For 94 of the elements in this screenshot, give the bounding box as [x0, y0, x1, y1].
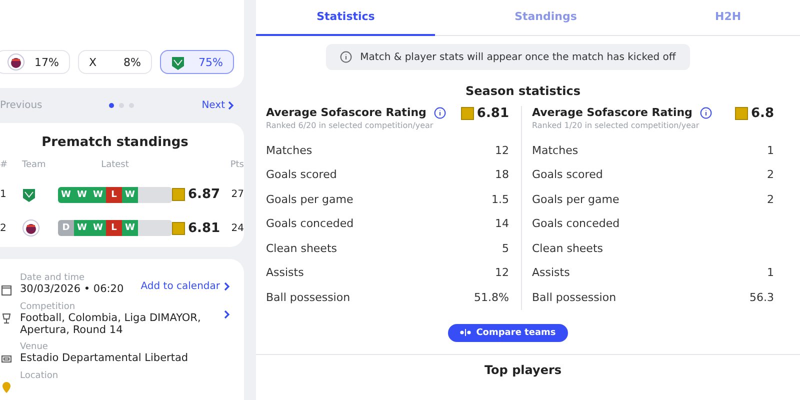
stat-label: Assists [532, 266, 570, 280]
info-icon [340, 51, 352, 63]
section-title: Season statistics [464, 84, 582, 98]
rating-square-icon [734, 107, 748, 120]
stat-label: Goals conceded [532, 217, 620, 230]
form-result: W [58, 186, 74, 202]
team-rating: 6.81 [188, 220, 220, 236]
standings-title: Prematch standings [40, 135, 190, 150]
column-header: Pts [229, 160, 244, 170]
stat-label: Clean sheets [532, 242, 603, 255]
detail-value: 30/03/2026 • 06:20 [20, 283, 125, 295]
stat-value: 56.3 [750, 290, 774, 304]
stat-label: Goals scored [266, 168, 337, 182]
trophy-icon [0, 312, 13, 325]
detail-value: Estadio Departamental Libertad [20, 352, 190, 364]
page-dot[interactable] [129, 103, 134, 108]
detail-label: Date and time [20, 273, 86, 283]
stat-value: 12 [495, 144, 509, 157]
detail-label: Location [20, 371, 60, 381]
stat-value: 2 [767, 168, 774, 182]
stat-label: Ball possession [532, 290, 616, 304]
team-rating: 6.8 [750, 106, 774, 121]
calendar-icon [0, 283, 13, 296]
form-result: W [90, 220, 106, 236]
stat-label: Goals conceded [266, 217, 354, 230]
detail-label: Venue [20, 342, 49, 352]
stat-value: 12 [495, 266, 509, 280]
page-dot[interactable] [119, 103, 124, 108]
rank-note: Ranked 6/20 in selected competition/year [266, 121, 434, 130]
column-header: # [0, 160, 9, 170]
stat-value: 5 [502, 242, 509, 255]
crest-icon [22, 219, 40, 237]
rating-label: Average Sofascore Rating [266, 106, 426, 119]
detail-label: Competition [20, 302, 76, 312]
stat-label: Matches [532, 144, 578, 157]
rank: 2 [0, 222, 8, 234]
form-result: W [90, 186, 106, 202]
pin-icon [0, 381, 13, 394]
page-dot[interactable] [109, 103, 114, 108]
stat-value: 18 [495, 168, 509, 182]
stat-value: 1.5 [492, 192, 509, 206]
team-rating: 6.87 [188, 187, 220, 202]
chevron-right-icon [224, 310, 230, 319]
stat-label: Goals scored [532, 168, 603, 182]
rating-label: Average Sofascore Rating [532, 106, 692, 119]
form-result: W [122, 220, 138, 236]
form-result: D [58, 220, 74, 236]
stat-label: Goals per game [532, 192, 620, 206]
next-link[interactable]: Next [202, 100, 234, 111]
section-title: Top players [483, 362, 563, 376]
stat-label: Matches [266, 144, 312, 157]
compare-icon [460, 329, 472, 336]
form-result: L [106, 186, 122, 202]
odds-option[interactable]: 17% [0, 50, 70, 74]
odds-option[interactable]: 75% [160, 50, 234, 74]
column-header: Latest [100, 160, 130, 170]
odds-value: 17% [34, 56, 59, 68]
info-icon [434, 106, 446, 118]
odds-value: 75% [198, 56, 223, 68]
detail-value: Football, Colombia, Liga DIMAYOR, Apertura, Round 14 [20, 312, 202, 336]
stat-label: Goals per game [266, 192, 354, 206]
points: 27 [230, 189, 244, 200]
rank-note: Ranked 1/20 in selected competition/year [532, 121, 700, 130]
stat-value: 51.8% [474, 290, 509, 304]
stat-label: Assists [266, 266, 304, 280]
form-result: W [74, 220, 90, 236]
team-rating: 6.81 [476, 106, 509, 121]
form-result: W [74, 186, 90, 202]
odds-value: 8% [124, 56, 141, 68]
stat-value: 1 [767, 266, 774, 280]
crest-icon [7, 53, 25, 71]
notice-text: Match & player stats will appear once the match has kicked off [360, 52, 676, 62]
info-icon [700, 106, 712, 118]
rating-square-icon [172, 222, 185, 234]
crest-icon [22, 186, 36, 203]
rank: 1 [0, 189, 8, 200]
form-result: W [122, 186, 138, 202]
stat-label: Clean sheets [266, 242, 337, 255]
stat-value: 2 [767, 192, 774, 206]
draw-label: X [89, 56, 97, 68]
chevron-right-icon [228, 101, 234, 110]
column-header: Team [22, 160, 47, 170]
compare-teams-button[interactable]: Compare teams [448, 324, 568, 342]
stat-value: 14 [495, 217, 509, 230]
chevron-right-icon [224, 282, 230, 291]
rating-square-icon [172, 188, 185, 201]
form-result: L [106, 220, 122, 236]
rating-square-icon [460, 107, 474, 120]
tab[interactable]: Statistics [256, 0, 436, 36]
add-to-calendar-link[interactable]: Add to calendar [140, 273, 230, 292]
stat-label: Ball possession [266, 290, 350, 304]
odds-option[interactable]: X 8% [78, 50, 152, 74]
stat-value: 1 [767, 144, 774, 157]
points: 24 [230, 222, 244, 234]
